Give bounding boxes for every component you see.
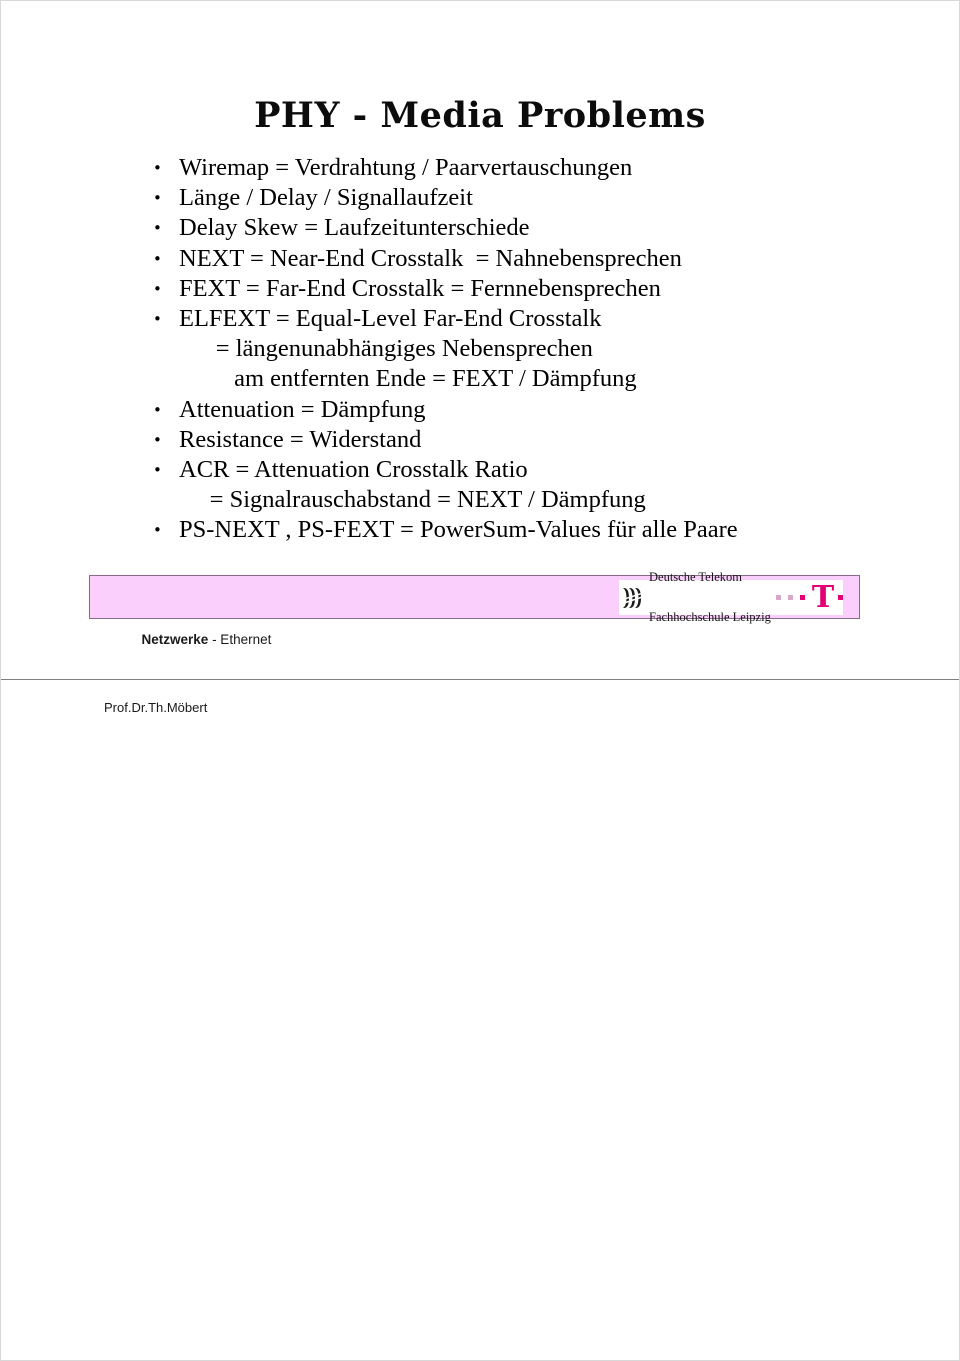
telekom-dot-2	[788, 595, 793, 600]
bullet-dot-icon: •	[153, 249, 162, 268]
bullet-item: • Resistance = Widerstand	[151, 425, 911, 455]
logo-line-2: Fachhochschule Leipzig	[649, 610, 771, 624]
bullet-text: ELFEXT = Equal-Level Far-End Crosstalk	[179, 305, 602, 333]
slide-phy-media-problems: PHY - Media Problems • Wiremap = Verdraht…	[1, 1, 959, 715]
footer-course-rest: - Ethernet	[208, 632, 272, 647]
bullet-item: • NEXT = Near-End Crosstalk = Nahnebenspr…	[151, 244, 911, 274]
slide1-bullet-list: • Wiremap = Verdrahtung / Paarvertauschun…	[151, 153, 911, 546]
bullet-text: Resistance = Widerstand	[179, 425, 422, 453]
bullet-dot-icon: •	[153, 461, 162, 480]
bullet-text: ACR = Attenuation Crosstalk Ratio	[179, 456, 528, 484]
bullet-dot-icon: •	[153, 430, 162, 449]
logo-line-1: Deutsche Telekom	[649, 569, 742, 584]
telekom-dot-4	[838, 595, 843, 600]
bullet-text: Wiremap = Verdrahtung / Paarvertauschung…	[179, 154, 633, 181]
bullet-dot-icon: •	[153, 521, 162, 540]
telekom-t-wordmark: T	[811, 579, 835, 615]
slide-pmd-services: PMD - Services •Transmit function•Receiv…	[1, 680, 959, 1360]
bullet-dot-icon: •	[153, 400, 162, 419]
bullet-dot-icon: •	[153, 189, 162, 208]
slide1-footer-bar: Netzwerke - Ethernet Prof.Dr.Th.Möbert D…	[89, 570, 860, 715]
bullet-dot-icon: •	[153, 310, 162, 329]
bullet-text: Delay Skew = Laufzeitunterschiede	[179, 214, 530, 242]
bullet-dot-icon: •	[153, 159, 162, 177]
bullet-item: • FEXT = Far-End Crosstalk = Fernnebenspr…	[151, 274, 911, 304]
slide1-body: • Wiremap = Verdrahtung / Paarvertauschun…	[151, 153, 911, 546]
bullet-item: • ACR = Attenuation Crosstalk Ratio = Sig…	[151, 455, 911, 515]
telekom-dot-3	[800, 595, 805, 600]
bullet-continuation-line: am entfernten Ende = FEXT / Dämpfung	[179, 365, 637, 393]
bullet-item: • Länge / Delay / Signallaufzeit	[151, 183, 911, 213]
telekom-dots	[771, 595, 808, 600]
bullet-continuation-line: = längenunabhängiges Nebensprechen	[179, 335, 593, 363]
telekom-dots-right	[838, 595, 843, 600]
bullet-dot-icon: •	[153, 279, 162, 298]
bullet-item: • PS-NEXT , PS-FEXT = PowerSum-Values für…	[151, 515, 911, 545]
bullet-dot-icon: •	[153, 219, 162, 238]
bullet-text: Attenuation = Dämpfung	[179, 395, 426, 423]
document-page: PHY - Media Problems • Wiremap = Verdraht…	[0, 0, 960, 1361]
bullet-item: • Wiremap = Verdrahtung / Paarvertauschun…	[151, 153, 911, 183]
telekom-digits-mark-icon	[623, 587, 644, 608]
telekom-logo-wordlines: Deutsche Telekom Fachhochschule Leipzig	[649, 544, 771, 652]
telekom-dot-1	[776, 595, 781, 600]
bullet-text: NEXT = Near-End Crosstalk = Nahnebenspre…	[179, 244, 682, 272]
bullet-item: • Attenuation = Dämpfung	[151, 395, 911, 425]
bullet-text: PS-NEXT , PS-FEXT = PowerSum-Values für …	[179, 516, 738, 544]
bullet-text: FEXT = Far-End Crosstalk = Fernnebenspre…	[179, 274, 661, 302]
bullet-continuation-line: = Signalrauschabstand = NEXT / Dämpfung	[179, 486, 646, 514]
footer-course-bold: Netzwerke	[141, 632, 209, 647]
bullet-item: • ELFEXT = Equal-Level Far-End Crosstalk …	[151, 304, 911, 395]
bullet-item: • Delay Skew = Laufzeitunterschiede	[151, 213, 911, 243]
deutsche-telekom-logo: Deutsche Telekom Fachhochschule Leipzig …	[619, 570, 843, 624]
bullet-text: Länge / Delay / Signallaufzeit	[179, 184, 473, 212]
slide1-title: PHY - Media Problems	[254, 95, 706, 137]
